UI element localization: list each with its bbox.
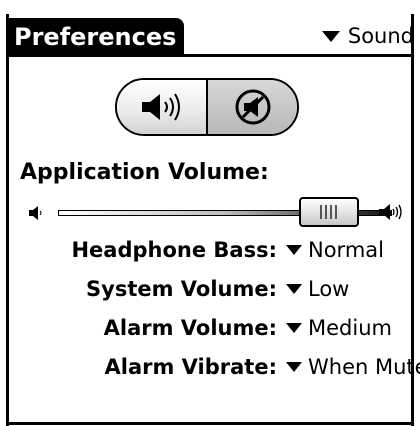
- volume-high-icon: [379, 204, 402, 220]
- headphone-bass-row: Headphone Bass: Normal: [0, 234, 420, 266]
- headphone-bass-label: Headphone Bass:: [71, 238, 277, 262]
- triangle-down-icon: [286, 323, 302, 333]
- slider-thumb[interactable]: [298, 197, 359, 227]
- alarm-volume-label: Alarm Volume:: [103, 316, 277, 340]
- system-volume-picker[interactable]: Low: [286, 273, 349, 305]
- application-volume-slider[interactable]: [28, 195, 408, 229]
- system-volume-label: System Volume:: [86, 277, 277, 301]
- sound-muted-button[interactable]: [206, 80, 297, 134]
- speaker-toggle: [115, 78, 299, 136]
- alarm-volume-value: Medium: [308, 316, 392, 340]
- sound-muted-icon: [235, 89, 270, 125]
- headphone-bass-value: Normal: [308, 238, 384, 262]
- volume-low-icon: [29, 206, 42, 220]
- alarm-volume-row: Alarm Volume: Medium: [0, 312, 420, 344]
- system-volume-value: Low: [308, 277, 350, 301]
- alarm-vibrate-row: Alarm Vibrate: When Muted: [0, 351, 420, 383]
- alarm-vibrate-label: Alarm Vibrate:: [104, 355, 278, 379]
- alarm-vibrate-value: When Muted: [308, 355, 420, 379]
- title-bar: Preferences Sound: [6, 18, 414, 58]
- category-picker-value: Sound: [347, 24, 414, 48]
- system-volume-row: System Volume: Low: [0, 273, 420, 305]
- triangle-down-icon: [286, 245, 302, 255]
- page-title: Preferences: [6, 18, 184, 56]
- sound-on-button[interactable]: [117, 80, 206, 134]
- alarm-vibrate-picker[interactable]: When Muted: [286, 351, 420, 383]
- title-divider: [6, 54, 414, 57]
- sound-on-icon: [141, 93, 180, 121]
- application-volume-label: Application Volume:: [20, 160, 269, 185]
- bottom-border: [6, 422, 414, 425]
- headphone-bass-picker[interactable]: Normal: [286, 234, 384, 266]
- alarm-volume-picker[interactable]: Medium: [286, 312, 392, 344]
- category-picker[interactable]: Sound: [321, 20, 414, 52]
- triangle-down-icon: [286, 284, 302, 294]
- triangle-down-icon: [321, 30, 340, 42]
- triangle-down-icon: [286, 362, 302, 372]
